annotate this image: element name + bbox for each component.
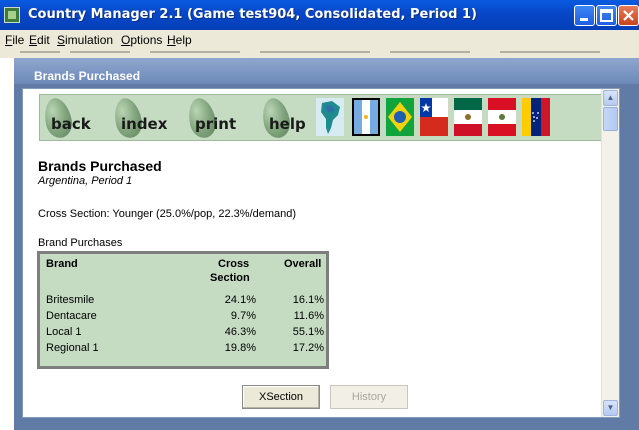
panel-title-bar: Brands Purchased bbox=[14, 58, 639, 84]
menu-edit[interactable]: Edit bbox=[29, 33, 50, 47]
report-content[interactable]: back index print help Brands Purchased A… bbox=[22, 88, 620, 418]
argentina-flag-icon[interactable] bbox=[352, 98, 380, 136]
scroll-down-icon[interactable]: ▼ bbox=[603, 400, 618, 416]
print-button[interactable]: print bbox=[185, 95, 266, 141]
cross-section-text: Cross Section: Younger (25.0%/pop, 22.3%… bbox=[38, 208, 297, 220]
brand-purchases-table: Brand Cross Section Overall Britesmile 2… bbox=[37, 251, 329, 369]
table-caption: Brand Purchases bbox=[38, 237, 123, 249]
window-title: Country Manager 2.1 (Game test904, Conso… bbox=[28, 7, 477, 22]
table-row-cross: 46.3% bbox=[224, 326, 256, 338]
menu-help[interactable]: Help bbox=[167, 33, 192, 47]
table-row-overall: 16.1% bbox=[292, 294, 324, 306]
south-america-map-icon[interactable] bbox=[316, 98, 344, 136]
nav-toolbar: back index print help bbox=[39, 94, 609, 141]
panel-title: Brands Purchased bbox=[34, 69, 141, 83]
menu-bar: File Edit Simulation Options Help bbox=[0, 30, 639, 50]
table-row-cross: 24.1% bbox=[224, 294, 256, 306]
chile-flag-icon[interactable] bbox=[420, 98, 448, 136]
table-row-brand: Britesmile bbox=[46, 294, 95, 306]
brazil-flag-icon[interactable] bbox=[386, 98, 414, 136]
venezuela-flag-icon[interactable] bbox=[522, 98, 550, 136]
app-icon[interactable] bbox=[4, 7, 20, 23]
print-label: print bbox=[195, 115, 237, 133]
col-cross-header-2: Section bbox=[210, 272, 250, 284]
table-row-brand: Local 1 bbox=[46, 326, 82, 338]
history-button: History bbox=[330, 385, 408, 409]
report-heading: Brands Purchased bbox=[38, 158, 162, 174]
col-overall-header: Overall bbox=[284, 258, 322, 270]
menu-options[interactable]: Options bbox=[121, 33, 162, 47]
xsection-button[interactable]: XSection bbox=[242, 385, 320, 409]
window-title-bar[interactable]: Country Manager 2.1 (Game test904, Conso… bbox=[0, 0, 639, 30]
menu-file[interactable]: File bbox=[5, 33, 24, 47]
menu-simulation[interactable]: Simulation bbox=[57, 33, 113, 47]
back-button[interactable]: back bbox=[41, 95, 122, 141]
back-label: back bbox=[51, 115, 91, 133]
table-row-cross: 19.8% bbox=[224, 342, 256, 354]
table-row-brand: Regional 1 bbox=[46, 342, 99, 354]
maximize-icon[interactable] bbox=[596, 5, 617, 26]
table-row-cross: 9.7% bbox=[230, 310, 256, 322]
index-label: index bbox=[121, 115, 168, 133]
table-row-overall: 11.6% bbox=[293, 310, 324, 322]
index-button[interactable]: index bbox=[111, 95, 192, 141]
vertical-scrollbar[interactable]: ▲ ▼ bbox=[601, 89, 619, 417]
help-label: help bbox=[269, 115, 306, 133]
peru-flag-icon[interactable] bbox=[488, 98, 516, 136]
close-icon[interactable] bbox=[618, 5, 639, 26]
col-brand-header: Brand bbox=[46, 258, 78, 270]
mexico-flag-icon[interactable] bbox=[454, 98, 482, 136]
scroll-up-icon[interactable]: ▲ bbox=[603, 90, 618, 106]
scroll-thumb[interactable] bbox=[603, 107, 618, 131]
toolbar-strip bbox=[0, 50, 639, 58]
report-subheading: Argentina, Period 1 bbox=[38, 175, 133, 187]
table-row-overall: 55.1% bbox=[292, 326, 324, 338]
minimize-icon[interactable] bbox=[574, 5, 595, 26]
col-cross-header-1: Cross bbox=[218, 258, 250, 270]
table-row-overall: 17.2% bbox=[292, 342, 324, 354]
table-row-brand: Dentacare bbox=[46, 310, 97, 322]
